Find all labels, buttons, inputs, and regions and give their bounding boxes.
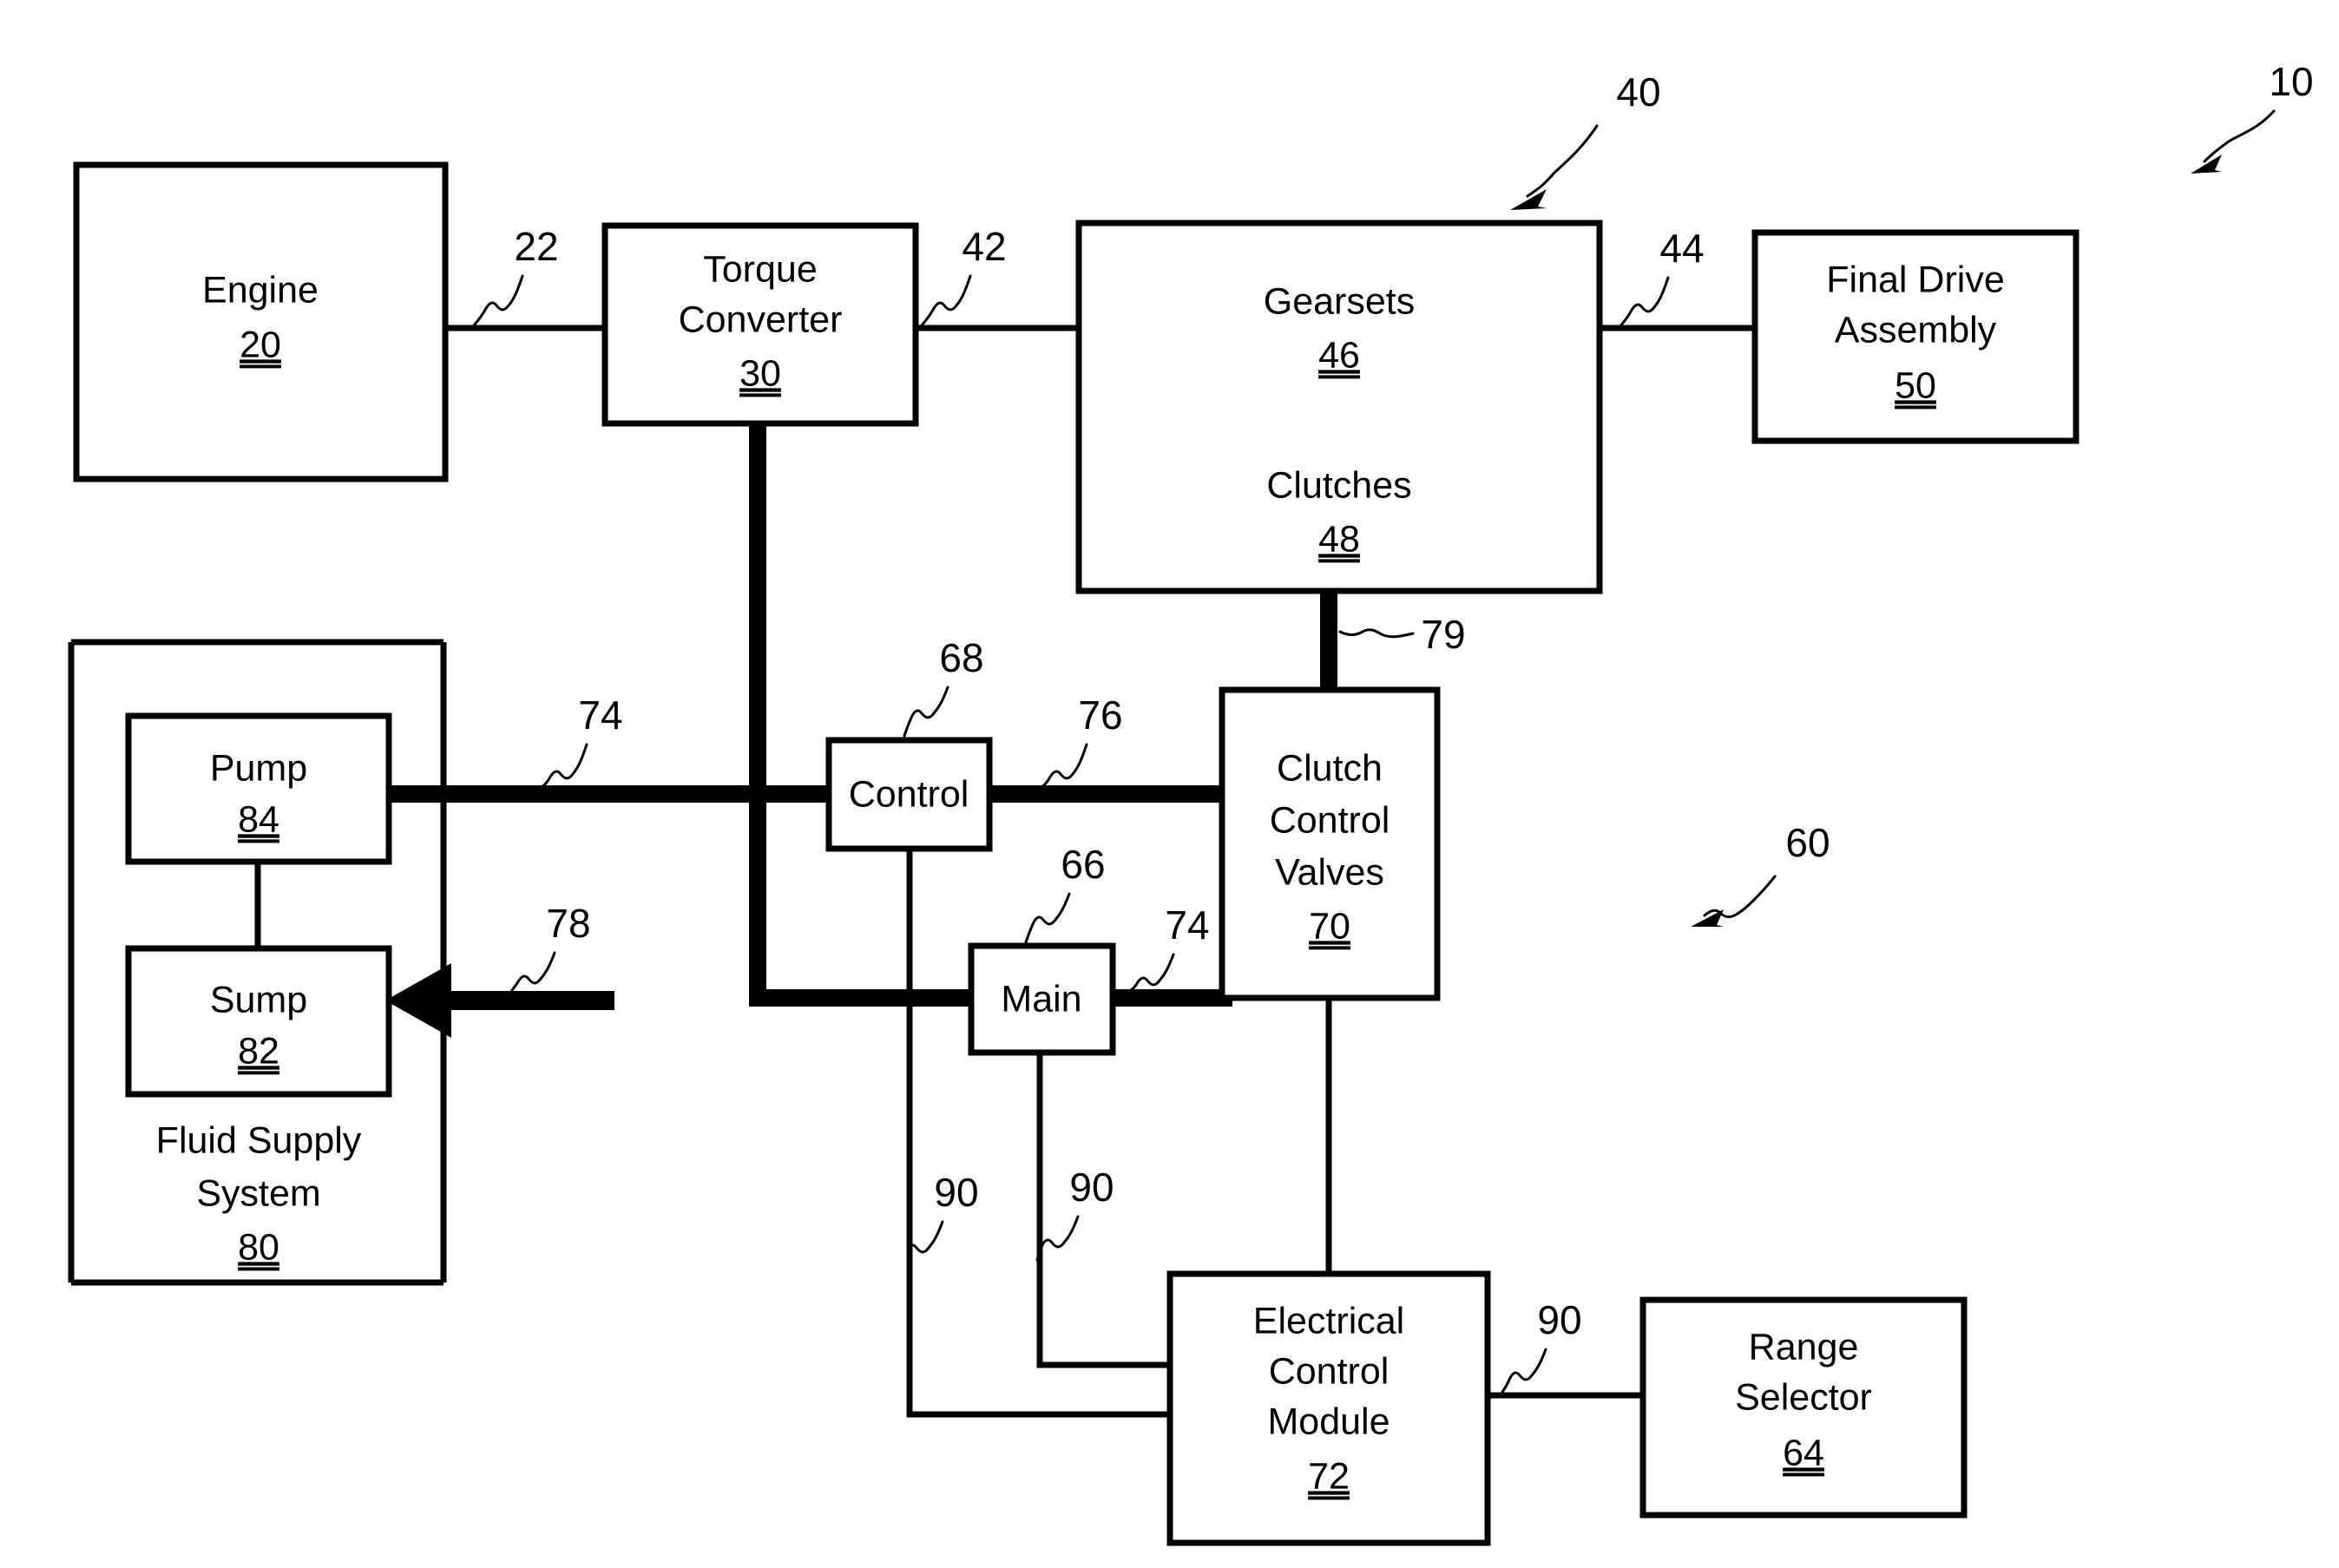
block-torque-converter[interactable]: Torque Converter 30 <box>601 222 919 427</box>
ref-90-right-text: 90 <box>1537 1297 1581 1342</box>
ref-90-left-text: 90 <box>934 1170 978 1215</box>
ref-44-text: 44 <box>1659 226 1704 271</box>
clutch-control-valves-label-line3: Valves <box>1275 851 1384 893</box>
fluid-supply-number: 80 <box>238 1226 279 1268</box>
ref-74-left-leader <box>536 743 588 791</box>
ref-66-text: 66 <box>1061 842 1105 887</box>
ref-22-leader <box>472 274 524 327</box>
range-selector-label-line1: Range <box>1749 1326 1859 1368</box>
ref-numeral-74-left: 74 <box>536 692 623 791</box>
ecm-number: 72 <box>1308 1455 1350 1497</box>
ref-74-right-leader <box>1123 953 1175 996</box>
ref-60-leader <box>1703 875 1777 919</box>
return-flow-arrow-78 <box>385 963 614 1038</box>
ref-numeral-60: 60 <box>1691 820 1830 927</box>
ref-79-text: 79 <box>1421 612 1465 657</box>
block-fluid-supply-system[interactable]: Pump 84 Sump 82 Fluid Supply System 80 <box>68 639 443 1286</box>
block-electrical-control-module[interactable]: Electrical Control Module 72 <box>1166 1270 1491 1546</box>
ref-74-left-text: 74 <box>578 692 622 738</box>
ref-76-leader <box>1036 743 1088 791</box>
ref-numeral-40: 40 <box>1510 69 1661 210</box>
ecm-label-line3: Module <box>1267 1401 1390 1442</box>
ref-78-leader <box>506 951 556 998</box>
ref-42-leader <box>920 274 972 327</box>
sump-label: Sump <box>210 979 307 1020</box>
clutch-control-valves-label-line2: Control <box>1270 799 1390 841</box>
ref-numeral-42: 42 <box>920 224 1007 327</box>
clutches-number: 48 <box>1318 518 1360 560</box>
ref-44-leader <box>1618 276 1670 329</box>
engine-label: Engine <box>202 269 319 311</box>
clutch-control-valves-label-line1: Clutch <box>1277 747 1383 789</box>
pump-label: Pump <box>210 747 307 789</box>
final-drive-label-line2: Assembly <box>1835 309 1997 351</box>
ref-numeral-90-left: 90 <box>906 1170 979 1269</box>
final-drive-label-line1: Final Drive <box>1826 259 2005 300</box>
ref-68-text: 68 <box>939 635 983 680</box>
gearsets-number: 46 <box>1318 334 1360 376</box>
ref-40-leader <box>1526 124 1599 198</box>
block-clutch-control-valves[interactable]: Clutch Control Valves 70 <box>1219 686 1441 1001</box>
gearsets-label: Gearsets <box>1264 280 1415 322</box>
pump-number: 84 <box>238 798 279 840</box>
ref-76-text: 76 <box>1078 692 1122 738</box>
block-main-valve[interactable]: Main <box>968 942 1116 1056</box>
ref-numeral-76: 76 <box>1036 692 1123 791</box>
block-transmission-gear-assembly[interactable]: Gearsets 46 Clutches 48 <box>1075 220 1603 594</box>
main-valve-label: Main <box>1001 978 1081 1020</box>
ref-42-text: 42 <box>962 224 1006 269</box>
sump-number: 82 <box>238 1030 279 1072</box>
engine-number: 20 <box>240 324 281 365</box>
ref-numeral-78: 78 <box>506 901 591 998</box>
ref-numeral-74-right: 74 <box>1123 902 1210 996</box>
ref-79-leader <box>1338 628 1415 639</box>
torque-converter-number: 30 <box>739 352 781 394</box>
ref-numeral-44: 44 <box>1618 226 1705 329</box>
ref-60-text: 60 <box>1785 820 1830 865</box>
ref-22-text: 22 <box>514 224 558 269</box>
torque-converter-label-line1: Torque <box>703 248 817 290</box>
clutch-control-valves-number: 70 <box>1309 905 1350 947</box>
block-diagram-svg: Engine 20 Torque Converter 30 Gearsets 4… <box>68 59 2314 1546</box>
ref-66-leader <box>1024 892 1071 944</box>
ref-numeral-22: 22 <box>472 224 559 327</box>
clutches-label: Clutches <box>1266 464 1411 506</box>
clutch-control-valves-box <box>1219 686 1441 1001</box>
ref-68-leader <box>903 686 949 738</box>
ref-40-text: 40 <box>1616 69 1660 115</box>
block-final-drive-assembly[interactable]: Final Drive Assembly 50 <box>1751 229 2079 444</box>
ref-90-right-leader <box>1501 1348 1547 1394</box>
ref-10-text: 10 <box>2269 59 2313 104</box>
ref-numeral-66: 66 <box>1024 842 1106 944</box>
patent-figure-canvas: Engine 20 Torque Converter 30 Gearsets 4… <box>0 0 2339 1568</box>
ref-numeral-90-right: 90 <box>1501 1297 1582 1394</box>
block-range-selector[interactable]: Range Selector 64 <box>1639 1296 1968 1519</box>
ref-numeral-68: 68 <box>903 635 984 738</box>
final-drive-number: 50 <box>1895 364 1936 406</box>
ecm-label-line2: Control <box>1269 1350 1390 1392</box>
ecm-label-line1: Electrical <box>1253 1300 1404 1342</box>
ref-40-arrowhead <box>1510 189 1547 210</box>
control-valve-label: Control <box>849 773 969 815</box>
ref-numeral-90-mid: 90 <box>1035 1165 1114 1262</box>
fluid-supply-label-line2: System <box>196 1172 320 1214</box>
range-selector-number: 64 <box>1783 1432 1824 1473</box>
ref-74-right-text: 74 <box>1165 902 1209 948</box>
ref-numeral-10: 10 <box>2191 59 2314 174</box>
ref-90-mid-leader <box>1035 1215 1080 1262</box>
block-engine[interactable]: Engine 20 <box>73 161 449 482</box>
range-selector-label-line2: Selector <box>1735 1376 1872 1418</box>
block-control-valve[interactable]: Control <box>825 737 993 852</box>
ref-78-text: 78 <box>546 901 590 946</box>
torque-converter-label-line2: Converter <box>679 299 843 340</box>
fluid-supply-label-line1: Fluid Supply <box>156 1119 362 1161</box>
ref-10-arrowhead <box>2191 154 2222 174</box>
ref-10-leader <box>2203 109 2276 163</box>
ref-numeral-79: 79 <box>1338 612 1466 657</box>
ref-90-left-leader <box>906 1220 944 1269</box>
engine-box <box>73 161 449 482</box>
ref-90-mid-text: 90 <box>1069 1165 1114 1210</box>
